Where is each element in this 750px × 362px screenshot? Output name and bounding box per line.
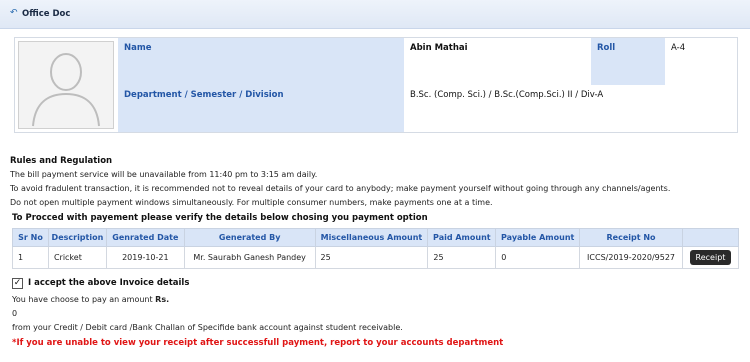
payment-source-text: from your Credit / Debit card /Bank Chal… bbox=[12, 323, 403, 332]
rule-line: Do not open multiple payment windows sim… bbox=[10, 198, 493, 207]
date-cell: 2019-10-21 bbox=[105, 246, 185, 269]
col-header: Generated By bbox=[183, 228, 316, 247]
back-arrow-icon[interactable]: ↶ bbox=[10, 9, 19, 18]
col-header: Miscellaneous Amount bbox=[314, 228, 429, 247]
accept-label: I accept the above Invoice details bbox=[28, 278, 190, 288]
currency-label: Rs. bbox=[155, 295, 170, 304]
amount-line: You have choose to pay an amount Rs. bbox=[12, 295, 169, 304]
col-header: Paid Amount bbox=[427, 228, 497, 247]
col-header: Sr No bbox=[12, 228, 49, 247]
payable-amount-cell: 0 bbox=[495, 246, 581, 269]
procced-instruction: To Procced with payement please verify t… bbox=[12, 213, 428, 223]
paid-amount-cell: 25 bbox=[427, 246, 497, 269]
invoice-table: Sr No Description Genrated Date Generate… bbox=[12, 228, 740, 269]
rules-section: Rules and Regulation The bill payment se… bbox=[10, 156, 740, 207]
sr-no-cell: 1 bbox=[12, 246, 49, 269]
page-title: Office Doc bbox=[22, 9, 71, 19]
description-cell: Cricket bbox=[47, 246, 107, 269]
amount-text: You have choose to pay an amount bbox=[12, 295, 153, 304]
page-header: ↶ Office Doc bbox=[0, 0, 750, 29]
amount-value: 0 bbox=[12, 309, 18, 318]
col-header: Genrated Date bbox=[105, 228, 185, 247]
roll-label: Roll bbox=[591, 38, 665, 85]
table-row: 1 Cricket 2019-10-21 Mr. Saurabh Ganesh … bbox=[12, 246, 740, 269]
roll-value: A-4 bbox=[665, 38, 737, 85]
avatar bbox=[18, 41, 114, 129]
col-header bbox=[681, 228, 740, 247]
rule-line: To avoid fradulent transaction, it is re… bbox=[10, 184, 671, 193]
department-value: B.Sc. (Comp. Sci.) / B.Sc.(Comp.Sci.) II… bbox=[404, 85, 737, 132]
receipt-warning: *If you are unable to view your receipt … bbox=[12, 338, 504, 348]
accept-checkbox[interactable]: ✓ bbox=[12, 278, 23, 289]
receipt-cell: Receipt bbox=[681, 246, 740, 269]
col-header: Receipt No bbox=[579, 228, 683, 247]
misc-amount-cell: 25 bbox=[314, 246, 429, 269]
col-header: Payable Amount bbox=[495, 228, 581, 247]
name-label: Name bbox=[118, 38, 404, 85]
receipt-button[interactable]: Receipt bbox=[689, 250, 732, 265]
user-placeholder-icon bbox=[19, 42, 113, 128]
col-header: Description bbox=[47, 228, 107, 247]
rules-heading: Rules and Regulation bbox=[10, 156, 113, 166]
receipt-no-cell: ICCS/2019-2020/9527 bbox=[579, 246, 683, 269]
rule-line: The bill payment service will be unavail… bbox=[10, 170, 318, 179]
name-value: Abin Mathai bbox=[404, 38, 591, 85]
student-profile-card: Name Abin Mathai Roll A-4 Department / S… bbox=[14, 37, 738, 133]
department-label: Department / Semester / Division bbox=[118, 85, 404, 132]
generated-by-cell: Mr. Saurabh Ganesh Pandey bbox=[183, 246, 316, 269]
